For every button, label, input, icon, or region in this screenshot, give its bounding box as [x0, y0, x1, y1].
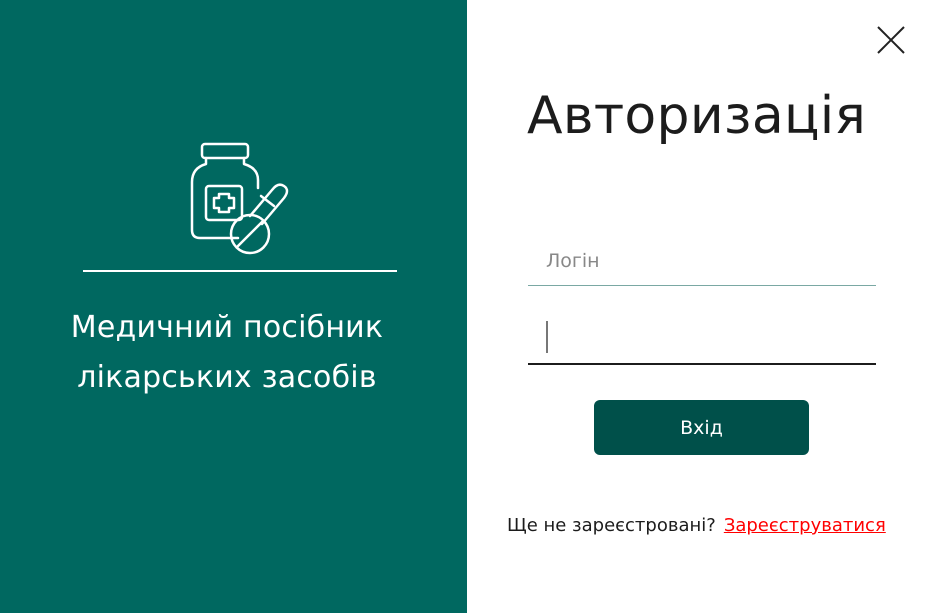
register-link[interactable]: Зареєструватися — [724, 515, 886, 536]
login-panel: Авторизація Вхід Ще не зареєстровані? Зар… — [467, 0, 938, 613]
register-prompt: Ще не зареєстровані? — [507, 515, 716, 536]
app-title: Медичний посібник лікарських засобів — [40, 303, 414, 403]
text-caret — [546, 321, 548, 353]
medicine-bottle-pills-icon — [190, 142, 289, 255]
app-title-line-2: лікарських засобів — [77, 360, 377, 395]
login-input[interactable] — [528, 236, 876, 286]
close-button[interactable] — [871, 20, 911, 60]
password-input[interactable] — [528, 312, 876, 365]
register-row: Ще не зареєстровані? Зареєструватися — [507, 512, 927, 540]
login-button[interactable]: Вхід — [594, 400, 809, 455]
close-icon — [877, 26, 905, 54]
login-window: Медичний посібник лікарських засобів Авт… — [0, 0, 938, 613]
brand-panel: Медичний посібник лікарських засобів — [0, 0, 467, 613]
app-title-line-1: Медичний посібник — [70, 310, 384, 345]
brand-divider — [83, 270, 397, 272]
form-title: Авторизація — [527, 86, 867, 146]
